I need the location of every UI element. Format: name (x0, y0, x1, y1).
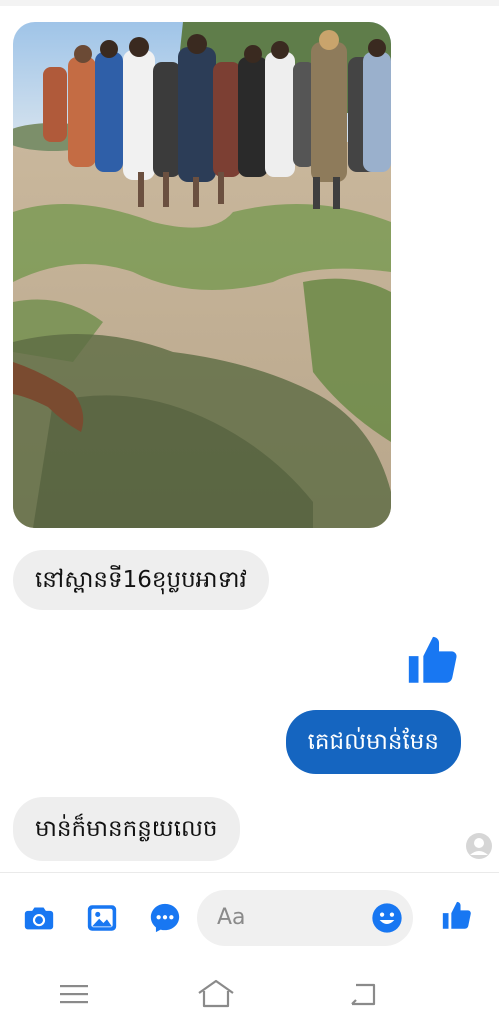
menu-icon[interactable] (54, 978, 94, 1010)
message-text: មាន់ក៏មានកន្លយលេច (35, 816, 218, 842)
seen-avatar-icon (466, 833, 492, 859)
camera-icon[interactable] (22, 901, 56, 935)
chat-icon[interactable] (148, 901, 182, 935)
message-input[interactable]: Aa (197, 890, 413, 946)
message-text: នៅស្ពានទី16ខុប្លបអាទាវ (35, 567, 247, 593)
message-composer: Aa (0, 872, 499, 963)
home-icon[interactable] (196, 978, 236, 1010)
system-nav-bar (0, 962, 499, 1024)
shared-photo[interactable] (13, 22, 391, 528)
photo-image (13, 22, 391, 528)
like-icon[interactable] (440, 899, 474, 933)
incoming-message[interactable]: មាន់ក៏មានកន្លយលេច (13, 797, 240, 861)
emoji-icon[interactable] (371, 902, 403, 934)
back-icon[interactable] (344, 978, 384, 1010)
incoming-message[interactable]: នៅស្ពានទី16ខុប្លបអាទាវ (13, 550, 269, 610)
message-text: គេជល់មាន់មែន (307, 729, 439, 755)
message-placeholder: Aa (217, 905, 246, 930)
status-bar-edge (0, 0, 499, 6)
gallery-icon[interactable] (85, 901, 119, 935)
like-icon[interactable] (404, 632, 462, 690)
outgoing-message[interactable]: គេជល់មាន់មែន (285, 710, 461, 774)
